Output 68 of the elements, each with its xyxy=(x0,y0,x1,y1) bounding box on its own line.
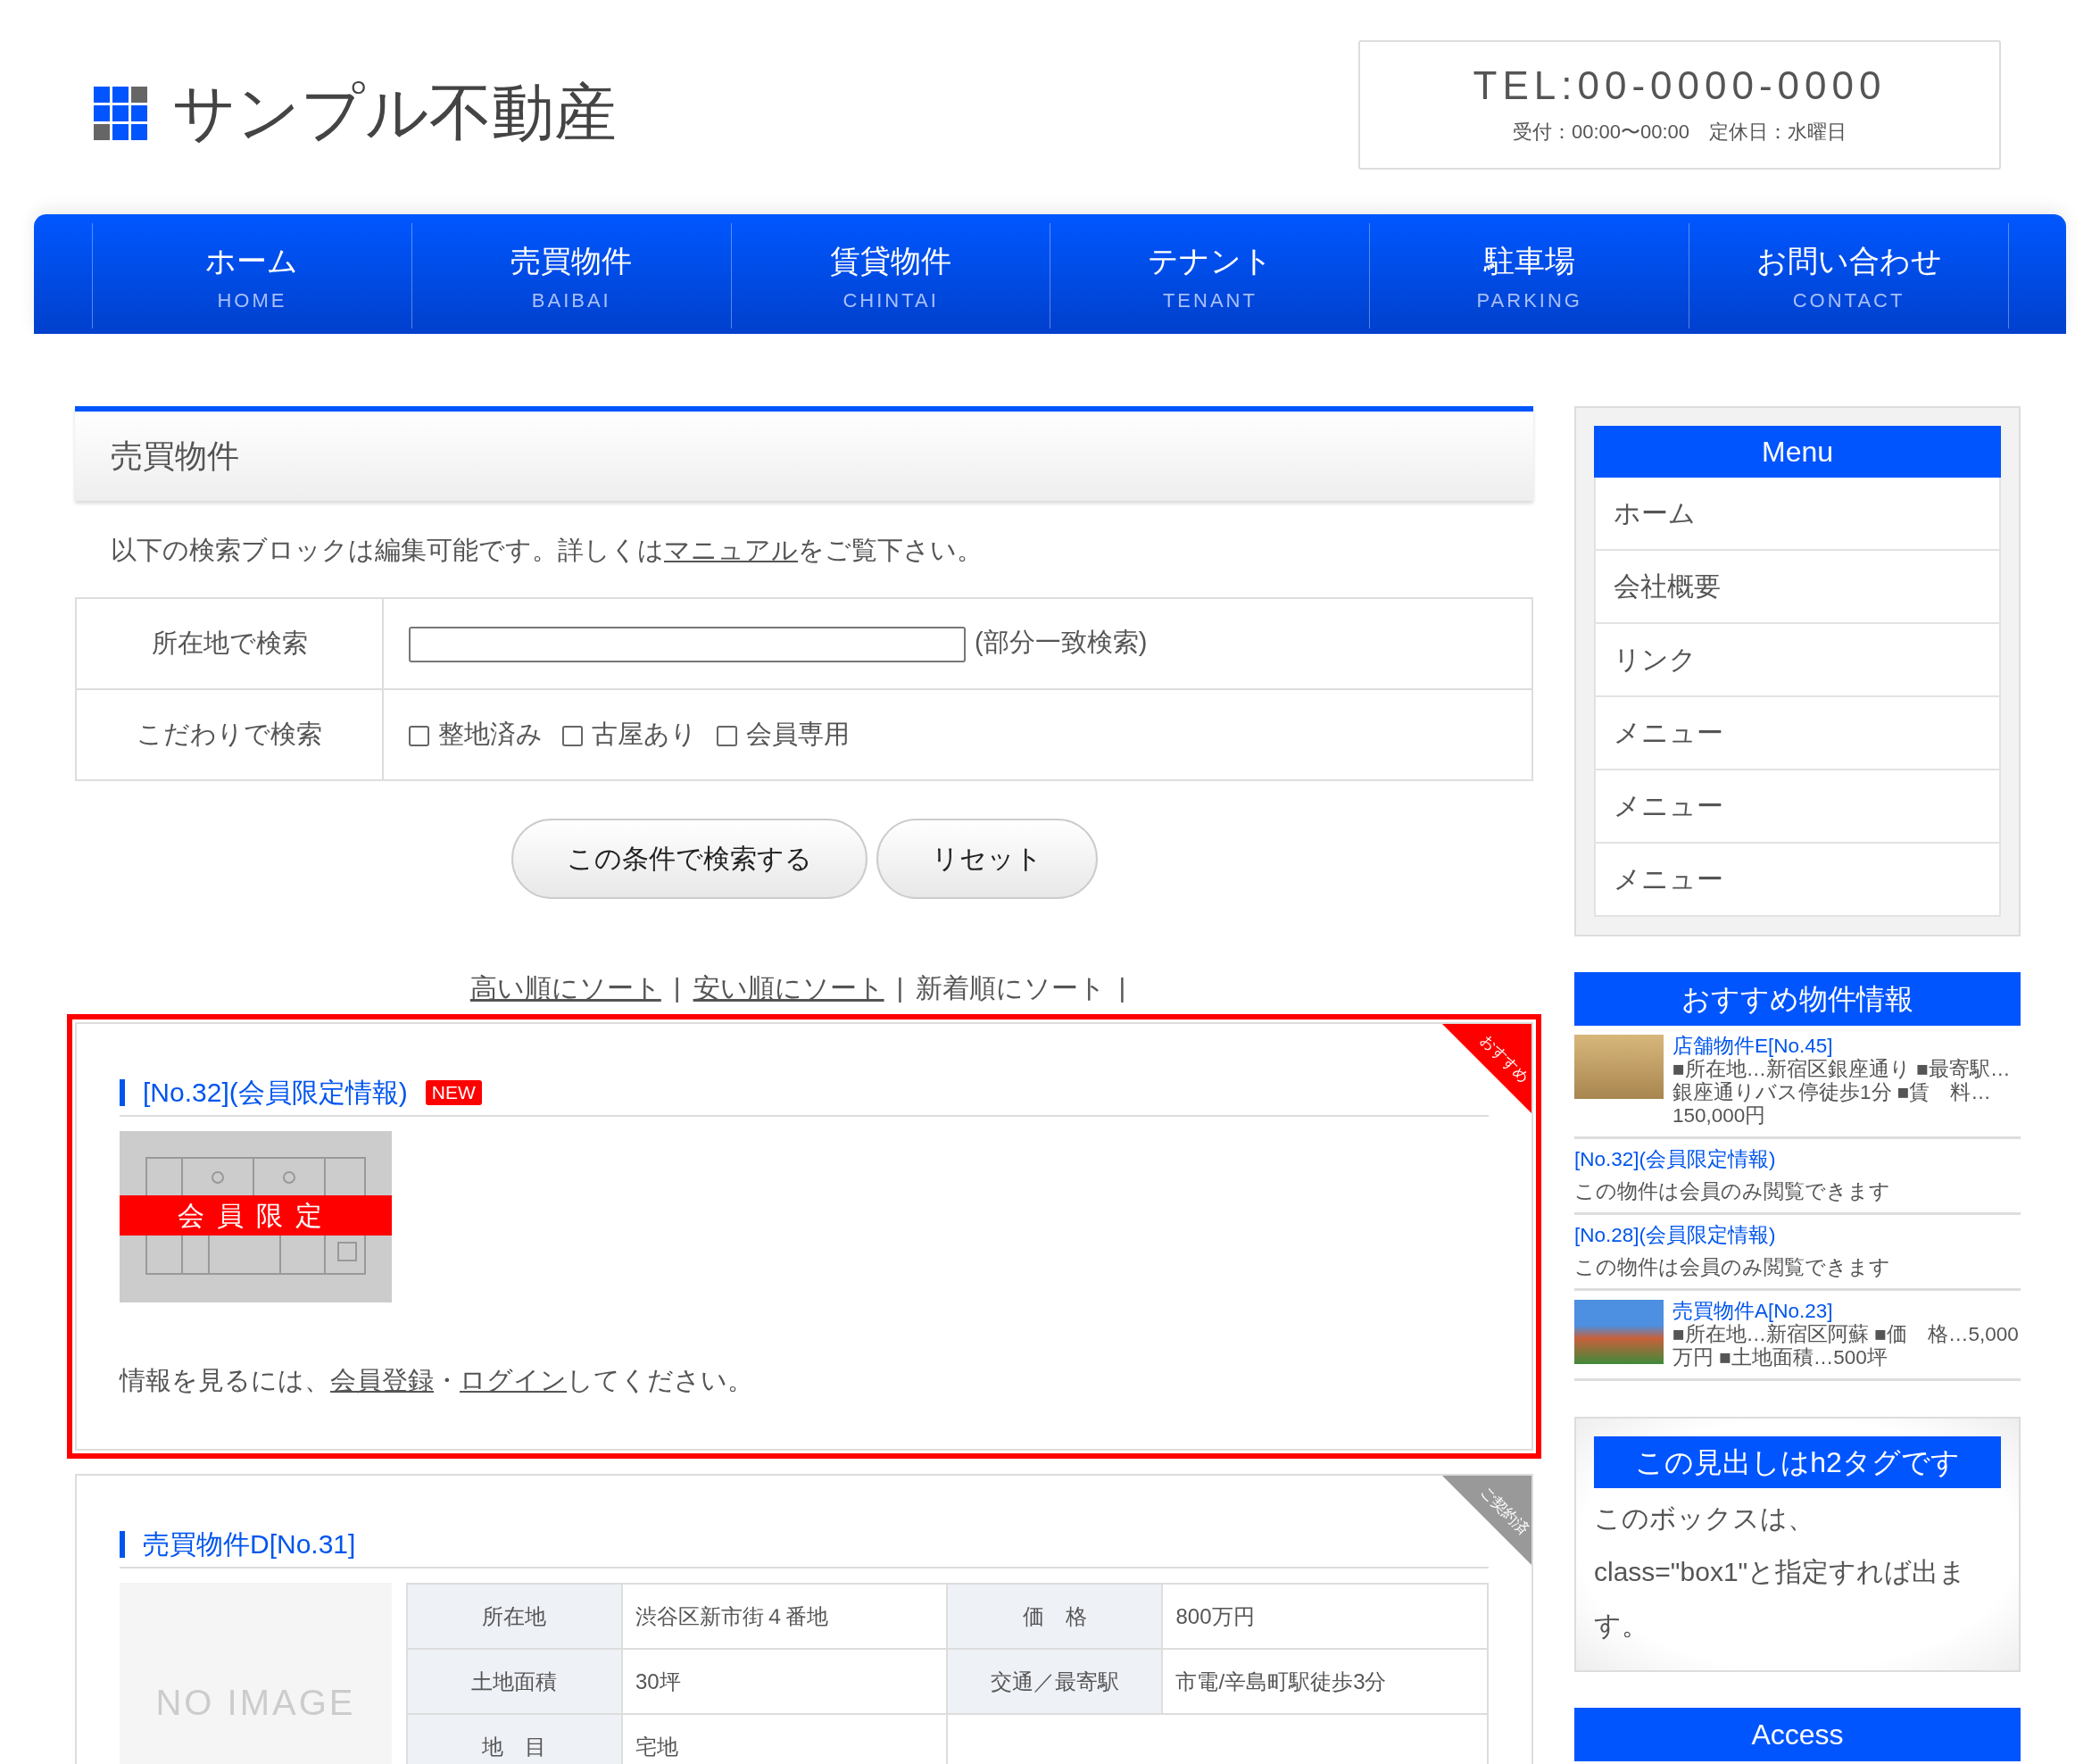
menu-heading: Menu xyxy=(1594,426,2001,478)
nav-item[interactable]: 売買物件 BAIBAI xyxy=(411,223,731,329)
nav-item[interactable]: お問い合わせ CONTACT xyxy=(1689,223,2009,329)
sort-link[interactable]: 高い順にソート xyxy=(469,973,661,1003)
featured-summary: この物件は会員のみ閲覧できます xyxy=(1574,1256,1890,1278)
box-text: このボックスは、class="box1"と指定すれば出ます。 xyxy=(1594,1502,1968,1642)
checkbox[interactable] xyxy=(717,725,737,746)
phone-number: TEL:00-0000-0000 xyxy=(1472,63,1888,108)
featured-summary: ■所在地…新宿区阿蘇 ■価 格…5,000万円 ■土地面積…500坪 xyxy=(1673,1323,2019,1369)
register-link[interactable]: 会員登録 xyxy=(330,1366,434,1394)
intro-text: 以下の検索ブロックは編集可能です。詳しくはマニュアルをご覧下さい。 xyxy=(111,535,984,566)
menu-item[interactable]: メニュー xyxy=(1594,770,2001,844)
checkbox-label: 整地済み xyxy=(438,720,543,748)
login-message: 情報を見るには、会員登録・ログイン してください。 xyxy=(120,1365,754,1396)
search-note: (部分一致検索) xyxy=(975,628,1148,657)
checkbox-label: 古屋あり xyxy=(592,720,697,748)
featured-title-link[interactable]: 店舗物件E[No.45] xyxy=(1673,1035,2021,1058)
new-badge: NEW xyxy=(425,1080,482,1105)
login-link[interactable]: ログイン xyxy=(460,1366,567,1394)
menu-item[interactable]: メニュー xyxy=(1594,697,2001,770)
spec-label: 土地面積 xyxy=(407,1649,622,1714)
listing-title[interactable]: 売買物件D[No.31] xyxy=(120,1531,356,1558)
reset-button[interactable]: リセット xyxy=(876,819,1098,899)
menu-item[interactable]: ホーム xyxy=(1594,478,2001,551)
separator-text: | xyxy=(673,973,681,1003)
featured-title-link[interactable]: [No.32](会員限定情報) xyxy=(1574,1148,2021,1171)
separator-text: | xyxy=(1118,973,1126,1003)
nav-item[interactable]: 賃貸物件 CHINTAI xyxy=(730,223,1050,329)
page-title: 売買物件 xyxy=(75,406,1533,501)
spec-value: 渋谷区新市街４番地 xyxy=(622,1584,948,1649)
search-label: 所在地で検索 xyxy=(76,598,383,689)
manual-link[interactable]: マニュアル xyxy=(664,536,798,564)
menu-item[interactable]: リンク xyxy=(1594,624,2001,697)
nav-item[interactable]: テナント TENANT xyxy=(1050,223,1370,329)
checkbox[interactable] xyxy=(562,725,583,746)
spec-label: 地 目 xyxy=(407,1714,622,1764)
featured-title-link[interactable]: 売買物件A[No.23] xyxy=(1673,1300,2021,1323)
featured-heading: おすすめ物件情報 xyxy=(1574,972,2021,1026)
sort-option: 新着順にソート xyxy=(916,973,1107,1003)
nav-item[interactable]: 駐車場 PARKING xyxy=(1369,223,1689,329)
checkbox[interactable] xyxy=(409,725,429,746)
spec-label: 所在地 xyxy=(407,1584,622,1649)
box-heading: この見出しはh2タグです xyxy=(1594,1436,2001,1488)
business-hours: 受付：00:00〜00:00 定休日：水曜日 xyxy=(1511,120,1848,145)
search-button[interactable]: この条件で検索する xyxy=(510,819,867,899)
corner-ribbon: おすすめ xyxy=(1442,1024,1531,1113)
search-label: こだわりで検索 xyxy=(76,689,383,780)
location-input-field[interactable] xyxy=(409,626,966,662)
sort-link[interactable]: 安い順にソート xyxy=(693,973,884,1003)
checkbox-label: 会員専用 xyxy=(746,720,850,748)
corner-ribbon: ご契約済 xyxy=(1442,1476,1531,1565)
spec-label: 交通／最寄駅 xyxy=(947,1649,1163,1714)
spec-value: 800万円 xyxy=(1162,1584,1488,1649)
spec-value: 30坪 xyxy=(622,1649,948,1714)
spec-label: 価 格 xyxy=(947,1584,1163,1649)
spec-value: 市電/辛島町駅徒歩3分 xyxy=(1162,1649,1488,1714)
listing-title[interactable]: [No.32](会員限定情報) xyxy=(120,1079,408,1106)
grid-icon xyxy=(94,87,147,140)
menu-item[interactable]: 会社概要 xyxy=(1594,551,2001,624)
site-logo[interactable]: サンプル不動産 xyxy=(172,71,617,155)
separator-text: | xyxy=(896,973,904,1003)
nav-item[interactable]: ホーム HOME xyxy=(92,223,411,329)
members-only-label: 会員限定 xyxy=(120,1195,392,1236)
featured-title-link[interactable]: [No.28](会員限定情報) xyxy=(1574,1224,2021,1247)
access-heading: Access xyxy=(1574,1708,2021,1761)
featured-summary: この物件は会員のみ閲覧できます xyxy=(1574,1180,1890,1202)
menu-item[interactable]: メニュー xyxy=(1594,844,2001,917)
featured-summary: ■所在地…新宿区銀座通り ■最寄駅…銀座通りバス停徒歩1分 ■賃 料…150,000円 xyxy=(1673,1058,2011,1127)
